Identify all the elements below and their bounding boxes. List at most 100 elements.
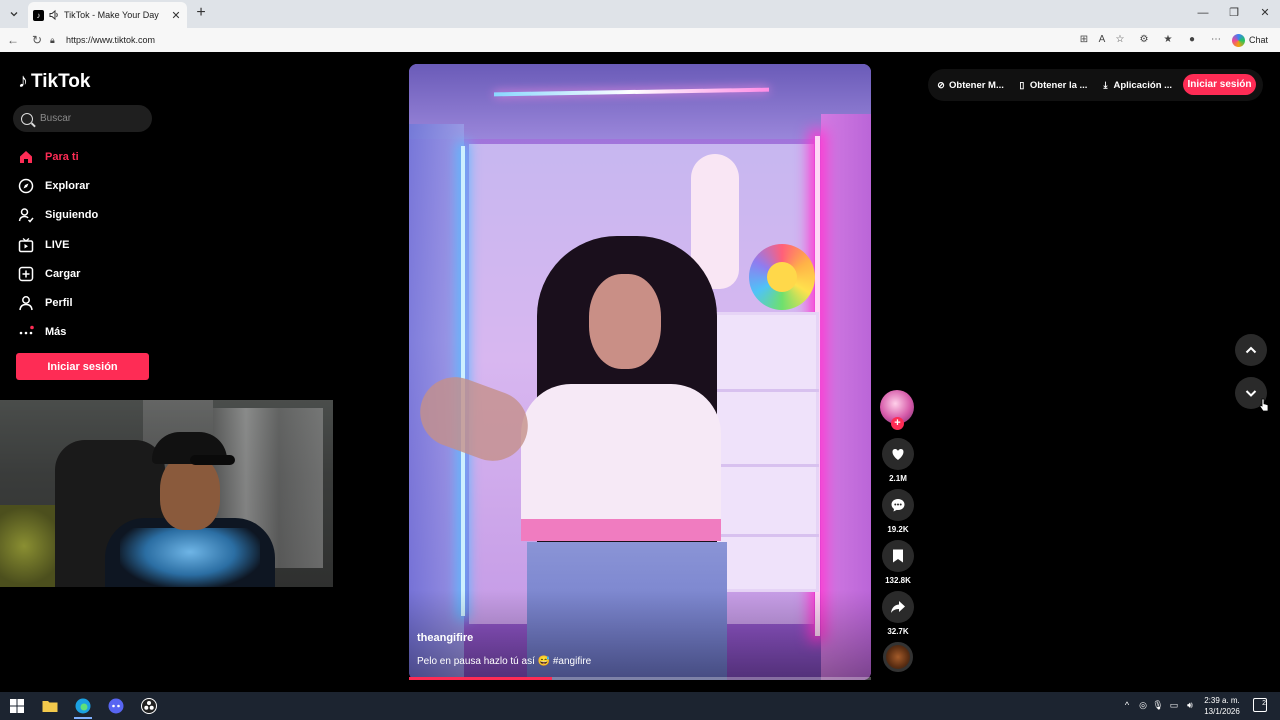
- menu-dots-icon[interactable]: ⋯: [1208, 32, 1224, 48]
- notification-center-icon[interactable]: 2: [1253, 698, 1267, 712]
- close-tab-icon[interactable]: ✕: [169, 9, 183, 22]
- address-bar: ← ↻ 🔒︎ https://www.tiktok.com ⊞ A ☆ ⚙ ★ …: [0, 28, 1280, 52]
- tiktok-logo[interactable]: ♪ TikTok: [18, 70, 90, 93]
- minimize-button[interactable]: —: [1188, 4, 1218, 22]
- sidebar-item-explorar[interactable]: Explorar: [18, 171, 98, 200]
- tab-list-button[interactable]: [4, 4, 24, 24]
- video-person-face: [589, 274, 661, 369]
- clock-time: 2:39 a. m.: [1204, 696, 1240, 705]
- tray-app-icon[interactable]: ◎: [1136, 698, 1150, 712]
- sidebar-item-label: Explorar: [45, 179, 90, 192]
- sidebar-item-label: Más: [45, 326, 67, 339]
- phone-icon: ▯: [1019, 79, 1025, 90]
- network-icon[interactable]: ▭: [1167, 698, 1181, 712]
- sidebar-item-live[interactable]: LIVE: [18, 230, 98, 259]
- share-button[interactable]: [882, 591, 914, 623]
- search-box[interactable]: [13, 105, 152, 132]
- hand-cursor-icon: [1259, 398, 1269, 412]
- sidebar-item-label: Cargar: [45, 267, 81, 280]
- microphone-icon[interactable]: 🎙︎: [1151, 698, 1165, 712]
- close-window-button[interactable]: ✕: [1250, 4, 1280, 22]
- sidebar-item-perfil[interactable]: Perfil: [18, 288, 98, 317]
- video-progress-bar[interactable]: [409, 677, 871, 680]
- like-button[interactable]: [882, 438, 914, 470]
- sidebar-login-button[interactable]: Iniciar sesión: [16, 353, 149, 380]
- upload-icon: [18, 266, 34, 282]
- url-field[interactable]: 🔒︎ https://www.tiktok.com: [50, 30, 1095, 50]
- get-coins-link[interactable]: ⊘ Obtener M...: [936, 80, 1004, 91]
- refresh-icon[interactable]: ↻: [28, 31, 46, 49]
- active-app-indicator: [74, 717, 92, 719]
- profile-avatar-icon[interactable]: ●: [1184, 32, 1200, 48]
- taskbar-clock[interactable]: 2:39 a. m. 13/1/2026: [1198, 695, 1246, 717]
- compass-icon: [18, 178, 34, 194]
- bookmark-icon: [893, 549, 903, 563]
- video-caption: Pelo en pausa hazlo tú así 😅 #angifire: [417, 656, 592, 667]
- video-actions: + 2.1M 19.2K 132.8K 32.7K: [880, 390, 916, 672]
- restore-button[interactable]: ❐: [1219, 4, 1249, 22]
- sidebar-item-cargar[interactable]: Cargar: [18, 259, 98, 288]
- top-login-button[interactable]: Iniciar sesión: [1183, 74, 1256, 95]
- video-shelf-line: [709, 534, 819, 537]
- favorites-icon[interactable]: ★: [1160, 32, 1176, 48]
- get-app-link[interactable]: ▯ Obtener la ...: [1017, 79, 1087, 91]
- comment-button[interactable]: [882, 489, 914, 521]
- more-icon: [18, 324, 34, 340]
- sidebar-item-label: LIVE: [45, 238, 70, 251]
- browser-tab-bar: ♪ TikTok - Make Your Day ✕ + — ❐ ✕: [0, 0, 1280, 28]
- video-person-top-trim: [521, 519, 721, 541]
- share-count: 32.7K: [887, 627, 909, 636]
- save-action[interactable]: 132.8K: [880, 540, 916, 585]
- video-progress-fill: [409, 677, 553, 680]
- url-text: https://www.tiktok.com: [66, 35, 156, 45]
- app-available-icon[interactable]: ⊞: [1076, 32, 1092, 48]
- comment-action[interactable]: 19.2K: [880, 489, 916, 534]
- video-username[interactable]: theangifire: [417, 632, 473, 644]
- discord-icon[interactable]: [107, 697, 125, 715]
- clock-date: 13/1/2026: [1204, 707, 1240, 716]
- video-player[interactable]: [409, 64, 871, 680]
- desktop-app-link[interactable]: ⤓ Aplicación ...: [1100, 80, 1172, 91]
- obs-icon[interactable]: [140, 697, 158, 715]
- sidebar-item-label: Siguiendo: [45, 209, 99, 222]
- like-action[interactable]: 2.1M: [880, 438, 916, 483]
- live-icon: [18, 237, 34, 253]
- sidebar-item-siguiendo[interactable]: Siguiendo: [18, 201, 98, 230]
- new-tab-button[interactable]: +: [192, 4, 210, 22]
- windows-start-icon[interactable]: [8, 697, 26, 715]
- home-icon: [18, 149, 34, 165]
- back-arrow-icon[interactable]: ←: [4, 31, 22, 49]
- favorite-star-icon[interactable]: ☆: [1112, 32, 1128, 48]
- follow-plus-icon[interactable]: +: [891, 417, 904, 430]
- file-explorer-icon[interactable]: [41, 697, 59, 715]
- desktop-app-label: Aplicación ...: [1113, 79, 1173, 91]
- music-disc-icon[interactable]: [883, 642, 913, 672]
- translate-icon[interactable]: A: [1094, 32, 1110, 48]
- creator-avatar[interactable]: +: [880, 390, 914, 430]
- share-action[interactable]: 32.7K: [880, 591, 916, 636]
- sidebar-item-para-ti[interactable]: Para ti: [18, 142, 98, 171]
- sidebar-item-label: Para ti: [45, 150, 79, 163]
- tab-title: TikTok - Make Your Day: [64, 10, 159, 20]
- search-input[interactable]: [40, 113, 140, 124]
- tiktok-page: ♪ TikTok Para ti Explorar Siguiendo: [0, 52, 1277, 692]
- previous-video-button[interactable]: [1235, 334, 1267, 366]
- volume-icon[interactable]: 🔊︎: [1183, 698, 1197, 712]
- following-icon: [18, 207, 34, 223]
- lock-icon: 🔒︎: [50, 34, 55, 45]
- share-arrow-icon: [891, 601, 905, 613]
- tiktok-favicon-icon: ♪: [33, 9, 44, 21]
- browser-tab[interactable]: ♪ TikTok - Make Your Day ✕: [28, 2, 187, 28]
- copilot-icon: [1232, 33, 1245, 47]
- save-button[interactable]: [882, 540, 914, 572]
- edge-browser-icon[interactable]: [74, 697, 92, 715]
- comment-icon: [891, 499, 905, 512]
- tray-chevron-up-icon[interactable]: ^: [1120, 698, 1134, 712]
- speaker-icon[interactable]: [48, 9, 60, 21]
- sidebar-item-mas[interactable]: Más: [18, 318, 98, 347]
- sidebar-nav: Para ti Explorar Siguiendo LIVE Cargar P…: [18, 142, 98, 347]
- windows-taskbar: ^ ◎ 🎙︎ ▭ 🔊︎ 2:39 a. m. 13/1/2026 2: [0, 692, 1280, 720]
- copilot-chat-button[interactable]: Chat: [1232, 32, 1268, 48]
- extensions-icon[interactable]: ⚙: [1136, 32, 1152, 48]
- webcam-overlay: [0, 400, 333, 587]
